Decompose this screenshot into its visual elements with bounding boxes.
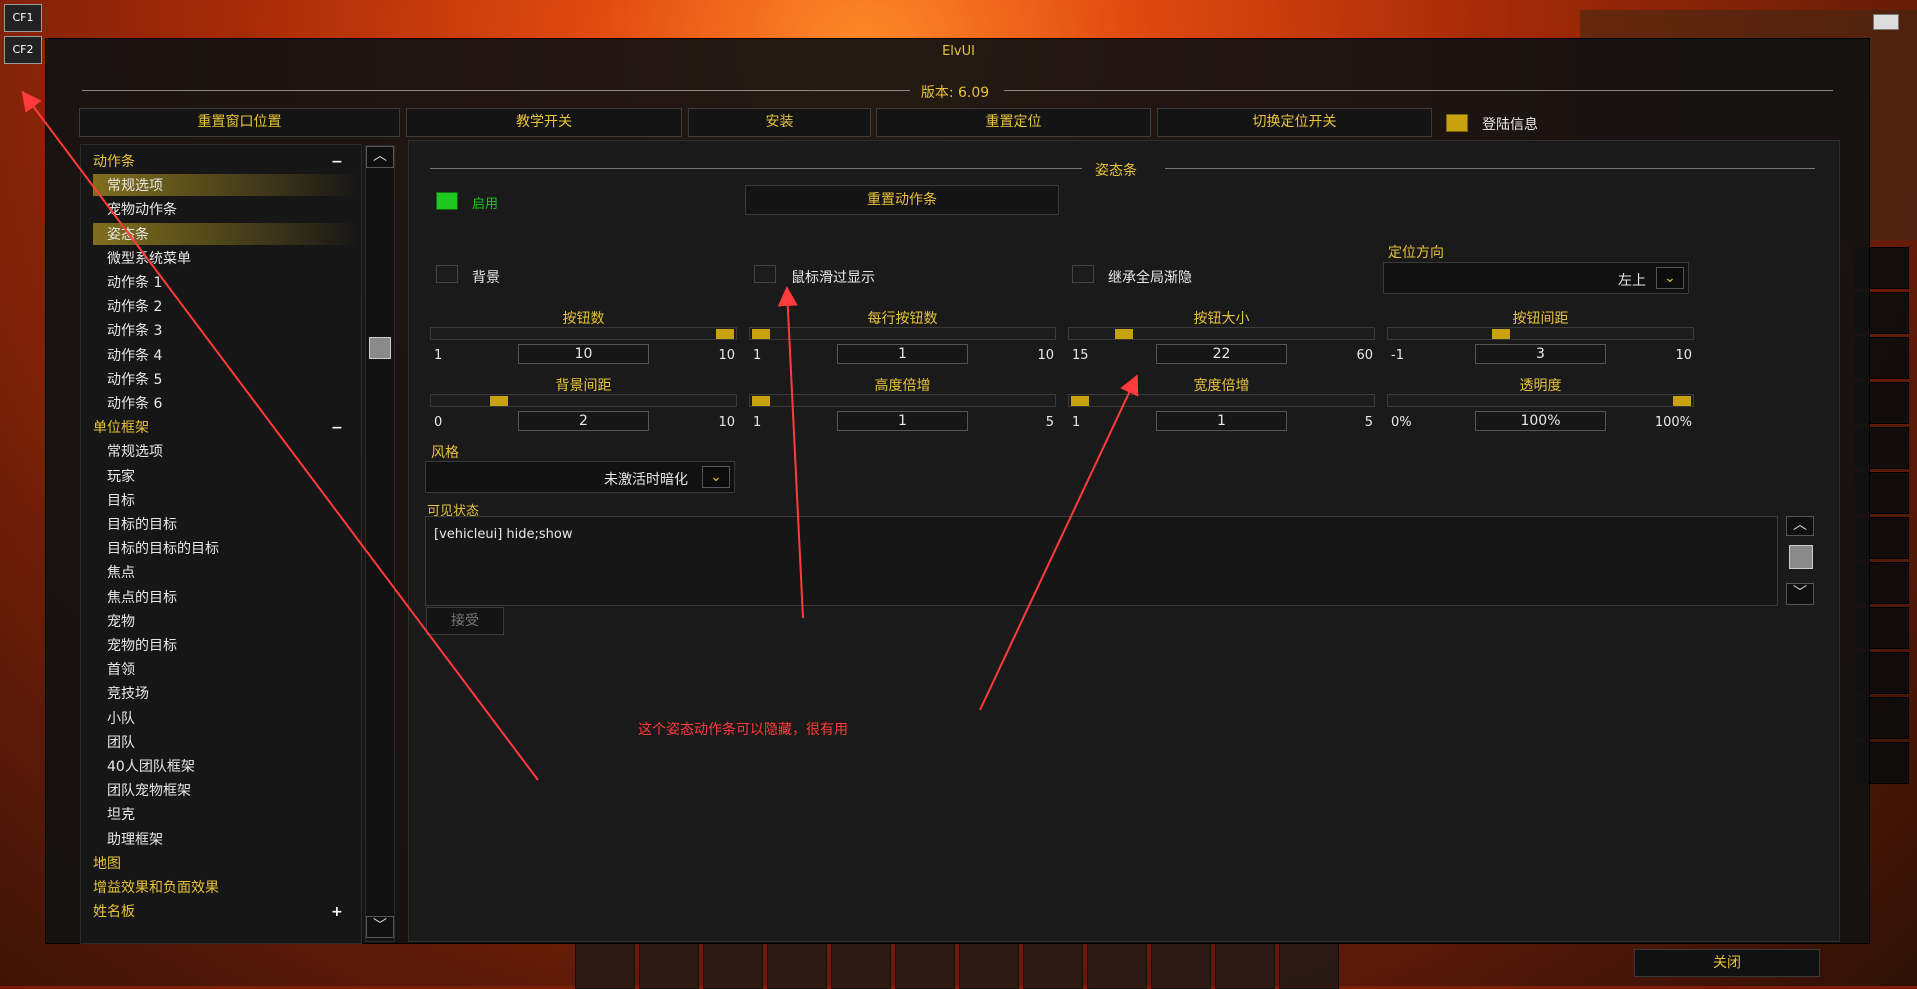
arrow-to-cf2 xyxy=(21,90,539,781)
arrow-to-width-slider xyxy=(979,374,1139,711)
close-button[interactable]: 关闭 xyxy=(1634,949,1820,977)
annotation-arrows xyxy=(21,90,1139,781)
arrow-to-mouseover xyxy=(777,286,804,619)
